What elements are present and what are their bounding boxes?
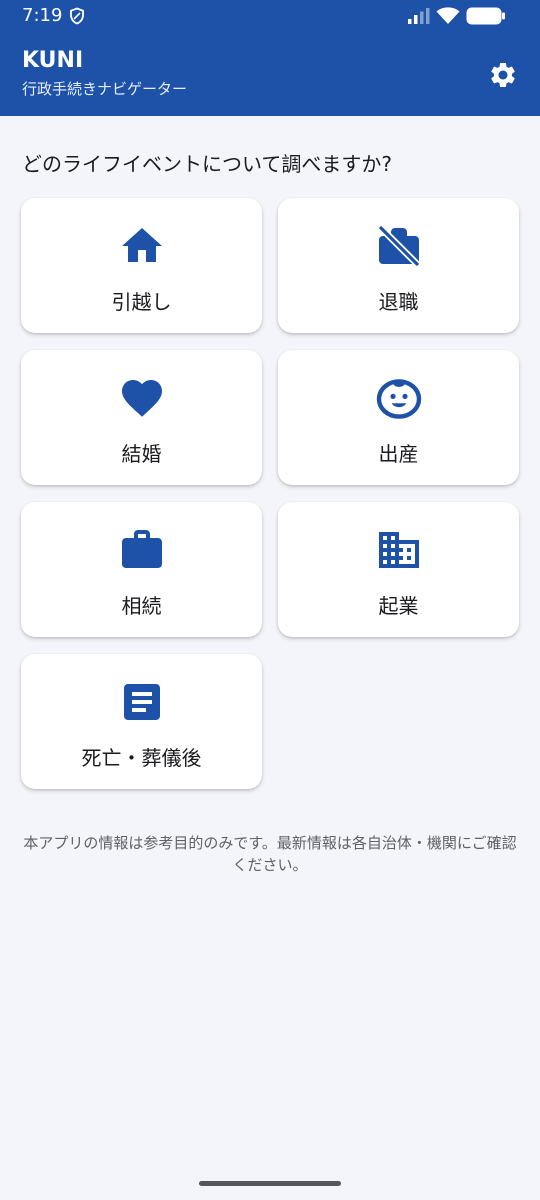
- heart-icon: [121, 380, 162, 417]
- event-card-inheritance[interactable]: 相続: [21, 502, 262, 637]
- event-card-retirement[interactable]: 退職: [278, 198, 519, 333]
- briefcase-icon: [121, 530, 162, 568]
- gear-icon: [491, 62, 515, 87]
- event-card-childbirth[interactable]: 出産: [278, 350, 519, 485]
- status-time: 7:19: [22, 5, 63, 26]
- app-header: KUNI 行政手続きナビゲーター: [0, 34, 540, 116]
- shield-icon: [70, 7, 84, 25]
- baby-face-icon: [376, 379, 421, 419]
- event-card-marriage[interactable]: 結婚: [21, 350, 262, 485]
- event-card-label: 出産: [378, 442, 419, 466]
- work-off-icon: [377, 224, 420, 268]
- signal-icon: [408, 8, 430, 24]
- event-card-startup[interactable]: 起業: [278, 502, 519, 637]
- event-card-label: 死亡・葬儀後: [81, 746, 202, 770]
- wifi-icon: [436, 7, 460, 24]
- status-bar: 7:19: [0, 0, 540, 34]
- event-card-moving[interactable]: 引越し: [21, 198, 262, 333]
- home-icon: [121, 228, 162, 262]
- event-card-label: 退職: [378, 290, 419, 314]
- event-card-label: 相続: [121, 594, 162, 618]
- battery-icon: [466, 7, 505, 25]
- home-indicator[interactable]: [199, 1181, 341, 1186]
- event-card-label: 引越し: [111, 290, 172, 314]
- event-card-label: 結婚: [121, 442, 162, 466]
- settings-button[interactable]: [484, 56, 522, 94]
- document-icon: [123, 684, 160, 720]
- event-card-death-funeral[interactable]: 死亡・葬儀後: [21, 654, 262, 789]
- disclaimer-text: 本アプリの情報は参考目的のみです。最新情報は各自治体・機関にご確認ください。: [23, 834, 517, 874]
- office-building-icon: [378, 532, 419, 568]
- app-title: KUNI: [22, 48, 84, 73]
- app-subtitle: 行政手続きナビゲーター: [22, 80, 188, 98]
- event-card-label: 起業: [378, 594, 419, 618]
- section-heading: どのライフイベントについて調べますか?: [22, 152, 393, 176]
